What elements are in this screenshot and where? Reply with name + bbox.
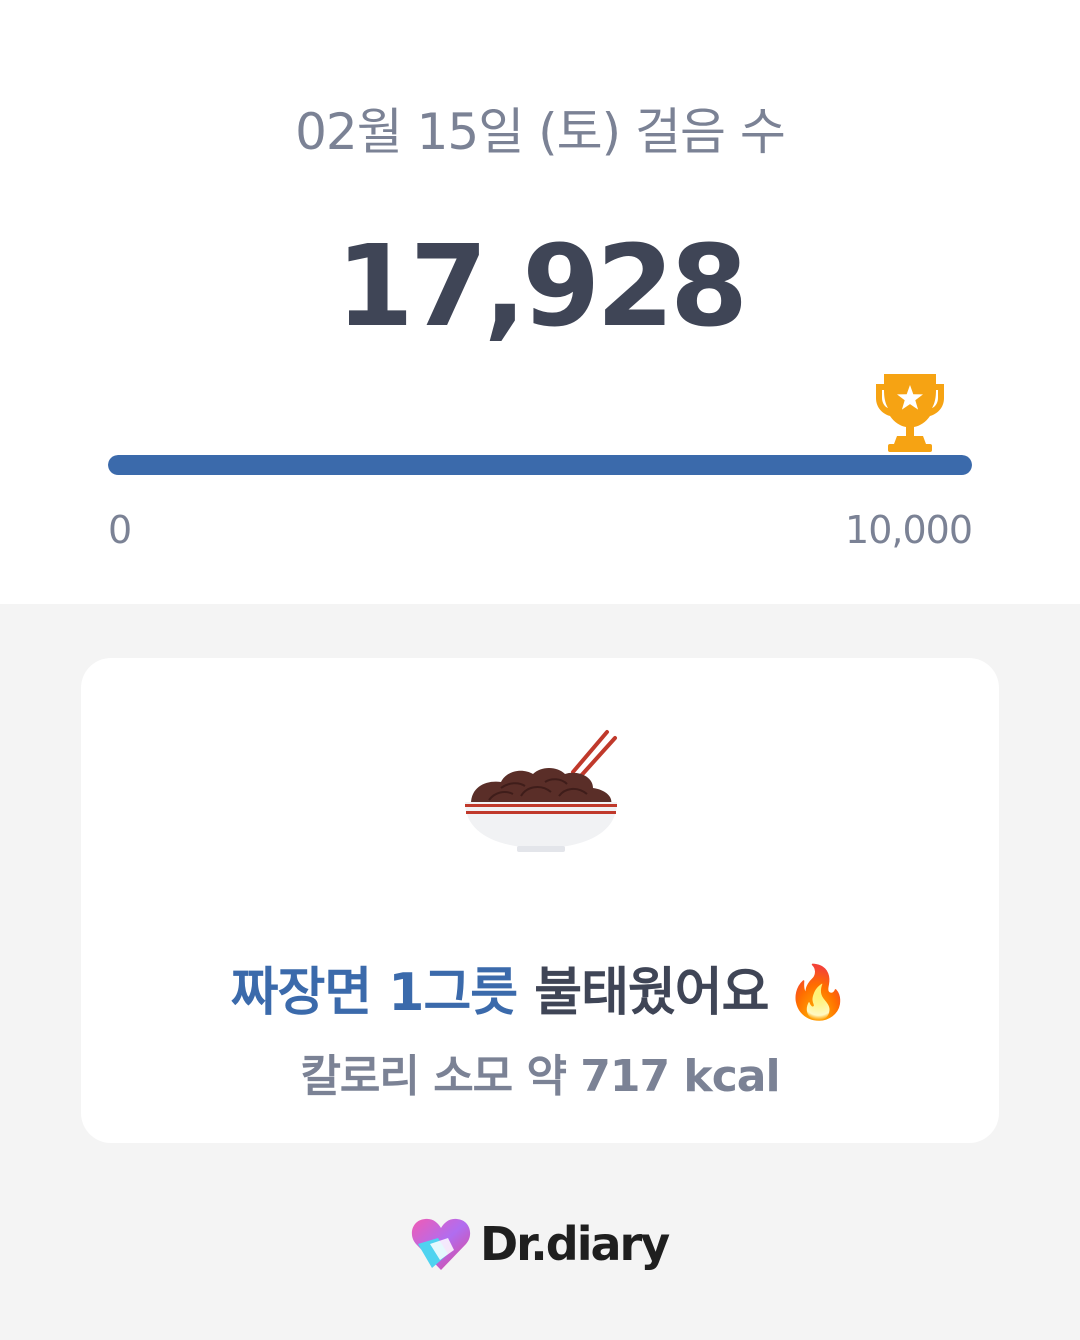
fire-icon: 🔥 [785, 963, 851, 1023]
step-progress-bar [108, 455, 972, 475]
food-equivalent: 짜장면 1그릇 [230, 963, 518, 1023]
trophy-icon [876, 374, 944, 452]
step-count: 17,928 [335, 222, 748, 352]
step-progress-fill [108, 455, 972, 475]
progress-max-label: 10,000 [845, 508, 973, 552]
calorie-burn-detail: 칼로리 소모 약 717 kcal [300, 1051, 780, 1102]
date-title: 02월 15일 (토) 걸음 수 [295, 103, 786, 161]
jjajangmyeon-bowl-icon [465, 730, 617, 852]
brand-footer: Dr.diary [410, 1212, 670, 1276]
burned-text: 불태웠어요 [534, 963, 769, 1023]
calorie-burn-headline: 짜장면 1그릇 불태웠어요 🔥 [81, 950, 999, 1025]
dr-diary-logo [411, 1218, 471, 1270]
step-summary-section: 02월 15일 (토) 걸음 수 17,928 0 10,000 [0, 0, 1080, 604]
progress-min-label: 0 [108, 508, 132, 552]
calorie-burn-card: 짜장면 1그릇 불태웠어요 🔥 칼로리 소모 약 717 kcal [81, 658, 999, 1143]
brand-name: Dr.diary [480, 1217, 670, 1271]
